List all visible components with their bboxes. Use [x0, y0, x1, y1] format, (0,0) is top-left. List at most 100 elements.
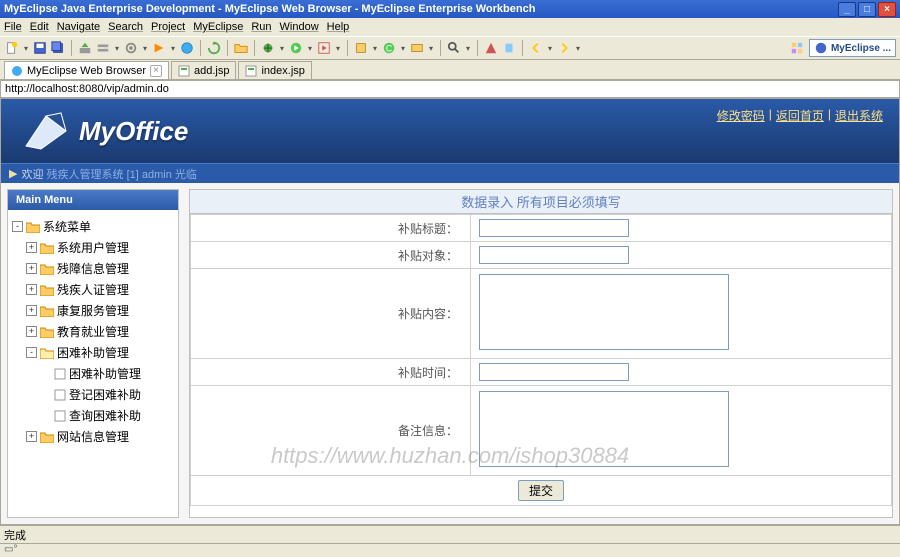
toggle-icon[interactable]: + — [26, 326, 37, 337]
server-dropdown[interactable]: ▾ — [113, 40, 121, 56]
browser-addressbar[interactable]: http://localhost:8080/vip/admin.do — [0, 80, 900, 98]
menu-project[interactable]: Project — [151, 21, 185, 33]
input-subsidy-title[interactable] — [479, 219, 629, 237]
window-maximize-button[interactable]: □ — [858, 2, 876, 17]
tree-item-disability-info[interactable]: +残障信息管理 — [12, 258, 174, 279]
tree-item-edu[interactable]: +教育就业管理 — [12, 321, 174, 342]
globe-icon — [11, 65, 23, 77]
new-dropdown[interactable]: ▾ — [22, 40, 30, 56]
launch-icon[interactable] — [151, 40, 167, 56]
menu-tree: - 系统菜单 +系统用户管理 +残障信息管理 +残疾人证管理 +康复服务管理 +… — [8, 210, 178, 453]
form-header: 数据录入 所有项目必须填写 — [190, 190, 892, 214]
toggle-icon[interactable]: + — [26, 242, 37, 253]
console-icon[interactable]: ▭° — [4, 544, 17, 555]
label-subsidy-content: 补贴内容： — [191, 269, 471, 359]
type-dropdown[interactable]: ▾ — [427, 40, 435, 56]
toggle-icon[interactable]: + — [26, 431, 37, 442]
menu-file[interactable]: File — [4, 21, 22, 33]
tab-addjsp[interactable]: add.jsp — [171, 61, 236, 79]
label-remark: 备注信息： — [191, 386, 471, 476]
editor-tabbar: MyEclipse Web Browser × add.jsp index.js… — [0, 60, 900, 80]
update-icon[interactable] — [206, 40, 222, 56]
menu-navigate[interactable]: Navigate — [57, 21, 100, 33]
pkg-dropdown[interactable]: ▾ — [371, 40, 379, 56]
ant-icon[interactable] — [483, 40, 499, 56]
window-close-button[interactable]: × — [878, 2, 896, 17]
run-dropdown[interactable]: ▾ — [306, 40, 314, 56]
pkg-icon[interactable] — [353, 40, 369, 56]
perspective-switcher[interactable]: MyEclipse ... — [809, 39, 896, 57]
tree-subitem-subsidy-mgmt[interactable]: 困难补助管理 — [12, 363, 174, 384]
folder-icon[interactable] — [233, 40, 249, 56]
tree-item-subsidy[interactable]: -困难补助管理 — [12, 342, 174, 363]
external-dropdown[interactable]: ▾ — [334, 40, 342, 56]
browser-icon[interactable] — [179, 40, 195, 56]
tree-subitem-register[interactable]: 登记困难补助 — [12, 384, 174, 405]
folder-icon — [40, 242, 54, 254]
toggle-icon[interactable]: + — [26, 263, 37, 274]
tree-item-cert[interactable]: +残疾人证管理 — [12, 279, 174, 300]
server-icon[interactable] — [95, 40, 111, 56]
toggle-icon[interactable]: + — [26, 305, 37, 316]
menu-myeclipse[interactable]: MyEclipse — [193, 21, 243, 33]
external-icon[interactable] — [316, 40, 332, 56]
tab-indexjsp[interactable]: index.jsp — [238, 61, 311, 79]
tab-browser[interactable]: MyEclipse Web Browser × — [4, 61, 169, 79]
main-menu-header: Main Menu — [8, 190, 178, 210]
form-table: 补贴标题： 补贴对象： 补贴内容： 补贴时间： 备注信息： — [190, 214, 892, 506]
menu-window[interactable]: Window — [280, 21, 319, 33]
deploy-icon[interactable] — [77, 40, 93, 56]
debug-dropdown[interactable]: ▾ — [278, 40, 286, 56]
fwd-dropdown[interactable]: ▾ — [574, 40, 582, 56]
save-icon[interactable] — [32, 40, 48, 56]
bookmark-icon[interactable] — [501, 40, 517, 56]
browser-viewport: MyOffice 修改密码 | 返回首页 | 退出系统 ▶ 欢迎 残疾人管理系统… — [0, 98, 900, 525]
page-banner: MyOffice 修改密码 | 返回首页 | 退出系统 — [1, 99, 899, 163]
config-icon[interactable] — [123, 40, 139, 56]
input-subsidy-time[interactable] — [479, 363, 629, 381]
link-change-password[interactable]: 修改密码 — [717, 107, 765, 124]
fwd-icon[interactable] — [556, 40, 572, 56]
page-icon — [54, 368, 66, 380]
main-toolbar: ▾ ▾ ▾ ▾ ▾ ▾ ▾ ▾ C ▾ ▾ ▾ ▾ ▾ MyEclipse ..… — [0, 36, 900, 60]
saveall-icon[interactable] — [50, 40, 66, 56]
launch-dropdown[interactable]: ▾ — [169, 40, 177, 56]
banner-links: 修改密码 | 返回首页 | 退出系统 — [717, 107, 883, 124]
tree-item-site[interactable]: +网站信息管理 — [12, 426, 174, 447]
window-minimize-button[interactable]: _ — [838, 2, 856, 17]
input-subsidy-target[interactable] — [479, 246, 629, 264]
tree-subitem-query[interactable]: 查询困难补助 — [12, 405, 174, 426]
tab-close-icon[interactable]: × — [150, 65, 162, 77]
config-dropdown[interactable]: ▾ — [141, 40, 149, 56]
toggle-icon[interactable]: + — [26, 284, 37, 295]
link-home[interactable]: 返回首页 — [776, 107, 824, 124]
perspective-icon[interactable] — [789, 40, 805, 56]
back-icon[interactable] — [528, 40, 544, 56]
menu-edit[interactable]: Edit — [30, 21, 49, 33]
new-icon[interactable] — [4, 40, 20, 56]
submit-button[interactable]: 提交 — [518, 480, 564, 501]
debug-icon[interactable] — [260, 40, 276, 56]
tree-item-users[interactable]: +系统用户管理 — [12, 237, 174, 258]
menu-run[interactable]: Run — [251, 21, 271, 33]
link-logout[interactable]: 退出系统 — [835, 107, 883, 124]
class-icon[interactable]: C — [381, 40, 397, 56]
welcome-bar: ▶ 欢迎 残疾人管理系统 [1] admin 光临 — [1, 163, 899, 183]
logo: MyOffice — [21, 111, 188, 151]
class-dropdown[interactable]: ▾ — [399, 40, 407, 56]
back-dropdown[interactable]: ▾ — [546, 40, 554, 56]
label-subsidy-target: 补贴对象： — [191, 242, 471, 269]
tree-item-rehab[interactable]: +康复服务管理 — [12, 300, 174, 321]
textarea-remark[interactable] — [479, 391, 729, 467]
toggle-icon[interactable]: - — [26, 347, 37, 358]
type-icon[interactable] — [409, 40, 425, 56]
menu-search[interactable]: Search — [108, 21, 143, 33]
tree-root[interactable]: - 系统菜单 — [12, 216, 174, 237]
textarea-subsidy-content[interactable] — [479, 274, 729, 350]
window-title: MyEclipse Java Enterprise Development - … — [4, 3, 535, 15]
search2-icon[interactable] — [446, 40, 462, 56]
run-icon[interactable] — [288, 40, 304, 56]
search2-dropdown[interactable]: ▾ — [464, 40, 472, 56]
menu-help[interactable]: Help — [327, 21, 350, 33]
toggle-icon[interactable]: - — [12, 221, 23, 232]
